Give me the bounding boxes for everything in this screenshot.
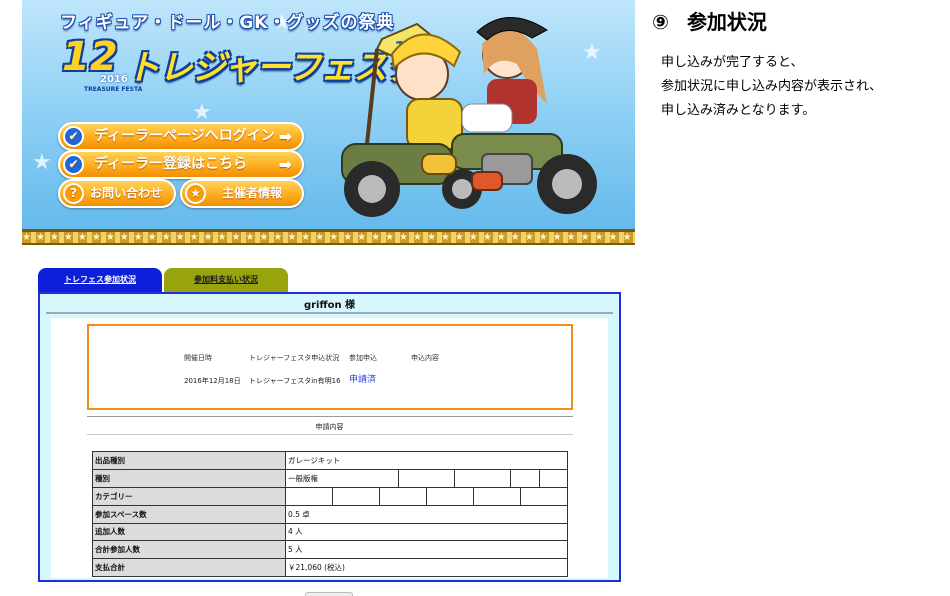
- table-row: カテゴリー: [92, 486, 568, 506]
- empty-cell: [426, 487, 473, 505]
- application-details-table: 出品種別 ガレージキット 種別 一般版権 カテゴリー 参加スペース数 0.5 卓…: [92, 451, 568, 577]
- step-description-line: 申し込みが完了すると、: [661, 55, 804, 70]
- empty-cell: [538, 469, 568, 487]
- summary-event-date: 2016年12月18日: [184, 377, 241, 385]
- check-icon: ✔: [63, 154, 84, 175]
- event-banner: ★ ★ ★ ★ フィギュア・ドール・GK・グッズの祭典 12 2016 TREA…: [22, 0, 635, 245]
- summary-header-participation: 参加申込: [349, 354, 377, 362]
- step-description-line: 申し込み済みとなります。: [661, 103, 816, 118]
- row-value: 5 人: [285, 540, 568, 560]
- dealer-register-label: ディーラー登録はこちら: [94, 156, 248, 172]
- organizer-info-label: 主催者情報: [222, 186, 283, 200]
- dealer-login-label: ディーラーページへログイン: [94, 128, 275, 144]
- banner-star-border: ★★★★★★★★★★★★★★★★★★★★★★★★★★★★★★★★★★★★★★★★…: [22, 229, 635, 245]
- panel-content: 開催日時 トレジャーフェスタ申込状況 参加申込 申込内容 2016年12月18日…: [51, 318, 608, 578]
- question-icon: ?: [63, 183, 84, 204]
- step-number: ⑨: [652, 10, 669, 34]
- empty-cell: [398, 469, 454, 487]
- contact-label: お問い合わせ: [90, 186, 163, 200]
- empty-cell: [379, 487, 426, 505]
- row-value: 一般版権: [288, 473, 318, 483]
- application-summary-box: 開催日時 トレジャーフェスタ申込状況 参加申込 申込内容 2016年12月18日…: [87, 324, 573, 410]
- row-value-cells: [285, 486, 568, 506]
- table-row: 出品種別 ガレージキット: [92, 451, 568, 470]
- logo-year: 2016: [100, 74, 128, 85]
- row-value: 4 人: [285, 522, 568, 542]
- row-label: 種別: [92, 468, 286, 488]
- details-heading: 申請内容: [315, 423, 344, 431]
- step-description-line: 参加状況に申し込み内容が表示され、: [661, 79, 883, 94]
- summary-header-festa-status: トレジャーフェスタ申込状況: [249, 354, 340, 362]
- contact-button[interactable]: ? お問い合わせ: [58, 179, 176, 208]
- summary-header-application: 申込内容: [411, 354, 439, 362]
- dealer-register-button[interactable]: ✔ ディーラー登録はこちら ➡: [58, 150, 304, 179]
- table-row: 支払合計 ￥21,060 (税込): [92, 558, 568, 577]
- organizer-info-button[interactable]: ★ 主催者情報: [180, 179, 304, 208]
- table-row: 合計参加人数 5 人: [92, 540, 568, 560]
- empty-cell: [510, 469, 539, 487]
- summary-header-date: 開催日時: [184, 354, 212, 362]
- mascot-motorcycle-illustration: 12: [341, 17, 597, 217]
- empty-cell: [473, 487, 520, 505]
- row-value: ガレージキット: [285, 451, 568, 470]
- row-value: 0.5 卓: [285, 504, 568, 524]
- divider: [87, 434, 573, 435]
- row-value: ￥21,060 (税込): [285, 558, 568, 577]
- dealer-login-button[interactable]: ✔ ディーラーページへログイン ➡: [58, 122, 304, 151]
- row-value: [286, 488, 332, 505]
- step-title: 参加状況: [686, 10, 767, 34]
- table-row: 追加人数 4 人: [92, 522, 568, 542]
- check-icon: ✔: [63, 126, 84, 147]
- panel-title: griffon 様: [46, 298, 613, 314]
- table-row: 種別 一般版権: [92, 468, 568, 488]
- star-decoration: ★: [32, 150, 52, 175]
- row-label: カテゴリー: [92, 486, 286, 506]
- tab-payment-status[interactable]: 参加料支払い状況: [164, 268, 288, 292]
- star-icon: ★: [185, 183, 206, 204]
- arrow-right-icon: ➡: [278, 127, 292, 146]
- empty-cell: [520, 487, 567, 505]
- row-label: 支払合計: [92, 558, 286, 577]
- tab-participation-status[interactable]: トレフェス参加状況: [38, 268, 162, 292]
- application-status-link[interactable]: 申請済: [349, 372, 376, 385]
- row-value-cells: 一般版権: [285, 468, 568, 488]
- empty-cell: [332, 487, 379, 505]
- table-row: 参加スペース数 0.5 卓: [92, 504, 568, 524]
- row-label: 出品種別: [92, 451, 286, 470]
- step-heading: ⑨ 参加状況: [652, 6, 767, 35]
- summary-event-name: トレジャーフェスタin有明16: [249, 377, 341, 385]
- divider: [87, 416, 573, 417]
- row-label: 参加スペース数: [92, 504, 286, 524]
- scroll-more-button[interactable]: [305, 592, 353, 596]
- row-label: 合計参加人数: [92, 540, 286, 560]
- arrow-right-icon: ➡: [278, 155, 292, 174]
- participation-status-panel: griffon 様 開催日時 トレジャーフェスタ申込状況 参加申込 申込内容 2…: [38, 292, 621, 582]
- empty-cell: [454, 469, 510, 487]
- row-label: 追加人数: [92, 522, 286, 542]
